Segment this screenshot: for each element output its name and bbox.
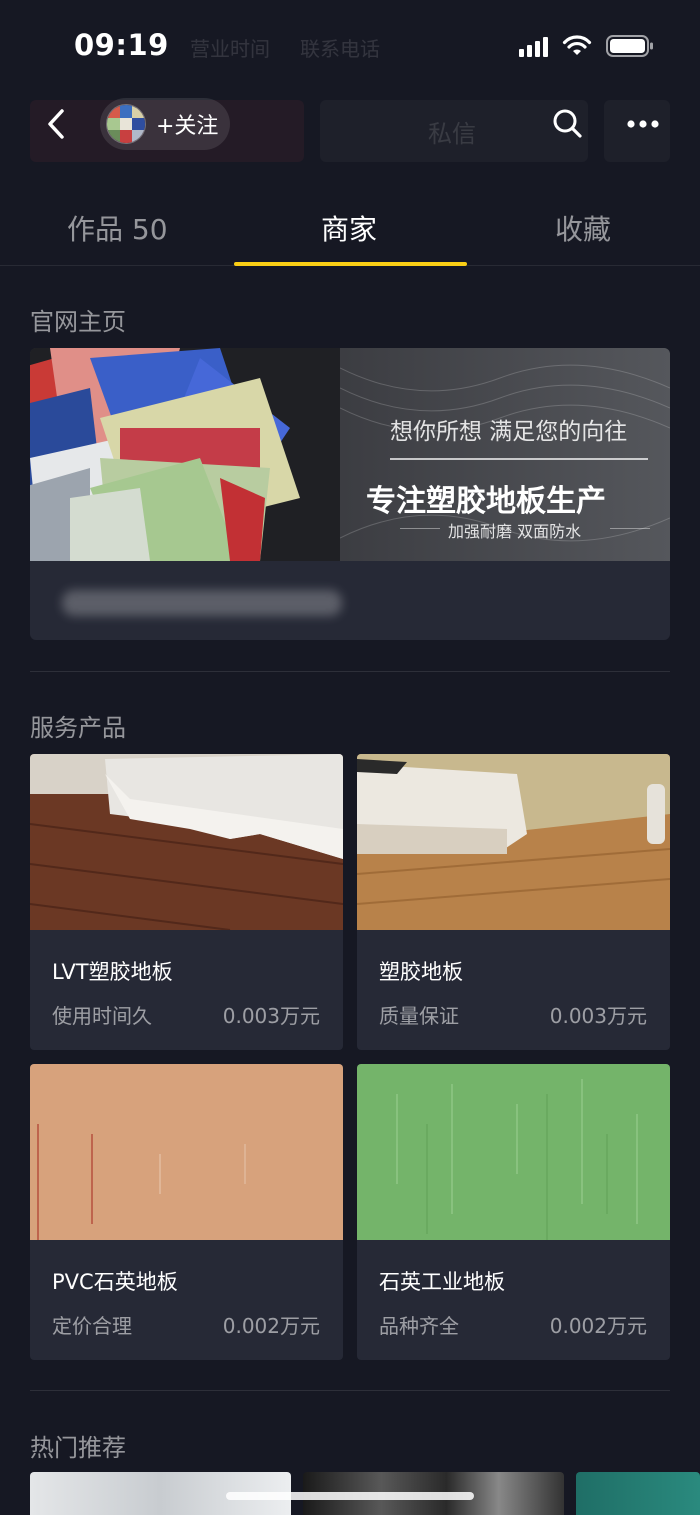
- profile-tabs: 作品 50 商家 收藏: [0, 196, 700, 266]
- product-image: [357, 754, 670, 930]
- company-name-blurred: [62, 590, 342, 616]
- home-indicator[interactable]: [226, 1492, 474, 1500]
- bedroom-dark-floor-image: [30, 754, 343, 930]
- tab-favorites[interactable]: 收藏: [555, 208, 611, 248]
- avatar: [106, 104, 146, 144]
- banner-subtitle: 想你所想 满足您的向往: [390, 419, 628, 445]
- product-card-lvt[interactable]: LVT塑胶地板 使用时间久 0.003万元: [30, 754, 343, 1050]
- section-title-services: 服务产品: [30, 714, 126, 742]
- banner-headline: 专注塑胶地板生产: [366, 484, 606, 519]
- product-name: 塑胶地板: [379, 960, 463, 984]
- banner-tagline: 加强耐磨 双面防水: [448, 522, 582, 541]
- search-icon: [553, 109, 582, 138]
- product-price: 0.003万元: [549, 1004, 647, 1028]
- product-card-plastic[interactable]: 塑胶地板 质量保证 0.003万元: [357, 754, 670, 1050]
- product-card-quartz-industrial[interactable]: 石英工业地板 品种齐全 0.002万元: [357, 1064, 670, 1360]
- tab-works[interactable]: 作品 50: [67, 208, 168, 248]
- green-floor-sample-image: [357, 1064, 670, 1240]
- chevron-left-icon: [48, 109, 64, 139]
- status-bar: 营业时间 联系电话 09:19: [0, 0, 700, 92]
- section-title-homepage: 官网主页: [30, 308, 126, 336]
- tab-active-indicator: [234, 262, 467, 266]
- banner-image: 想你所想 满足您的向往 专注塑胶地板生产 加强耐磨 双面防水: [30, 348, 670, 561]
- flooring-samples-illustration: [30, 348, 340, 561]
- official-homepage-card[interactable]: 想你所想 满足您的向往 专注塑胶地板生产 加强耐磨 双面防水: [30, 348, 670, 640]
- follow-label: +关注: [156, 114, 219, 139]
- product-description: 使用时间久: [52, 1004, 152, 1028]
- product-price: 0.003万元: [222, 1004, 320, 1028]
- hot-item-3[interactable]: [576, 1472, 700, 1515]
- bedroom-light-floor-image: [357, 754, 670, 930]
- banner-tagline-rule-right: [610, 528, 650, 529]
- status-time: 09:19: [74, 28, 169, 62]
- banner-divider: [390, 458, 648, 460]
- status-icons: [519, 34, 654, 58]
- tab-merchant[interactable]: 商家: [321, 208, 377, 248]
- section-title-hot: 热门推荐: [30, 1434, 126, 1462]
- back-button[interactable]: [38, 104, 78, 144]
- search-button[interactable]: [548, 104, 588, 144]
- ghost-contact-phone: 联系电话: [300, 36, 380, 61]
- follow-button[interactable]: +关注: [100, 98, 231, 150]
- banner-tagline-rule-left: [400, 528, 440, 529]
- more-horizontal-icon: [627, 120, 659, 128]
- cellular-signal-icon: [519, 35, 548, 57]
- product-card-pvc-quartz[interactable]: PVC石英地板 定价合理 0.002万元: [30, 1064, 343, 1360]
- product-description: 定价合理: [52, 1314, 132, 1338]
- product-description: 质量保证: [379, 1004, 459, 1028]
- battery-icon: [606, 35, 653, 57]
- product-image: [30, 754, 343, 930]
- product-description: 品种齐全: [379, 1314, 459, 1338]
- product-name: LVT塑胶地板: [52, 960, 173, 984]
- product-price: 0.002万元: [549, 1314, 647, 1338]
- tan-floor-sample-image: [30, 1064, 343, 1240]
- ghost-business-hours: 营业时间: [190, 36, 270, 61]
- wifi-icon: [562, 35, 592, 55]
- product-image: [357, 1064, 670, 1240]
- product-price: 0.002万元: [222, 1314, 320, 1338]
- ghost-message-label: 私信: [428, 120, 476, 148]
- section-divider: [30, 1390, 670, 1391]
- product-name: PVC石英地板: [52, 1270, 178, 1294]
- section-divider: [30, 671, 670, 672]
- product-image: [30, 1064, 343, 1240]
- product-name: 石英工业地板: [379, 1270, 505, 1294]
- nav-bar: 私信 +关注: [0, 92, 700, 162]
- more-button[interactable]: [620, 104, 666, 144]
